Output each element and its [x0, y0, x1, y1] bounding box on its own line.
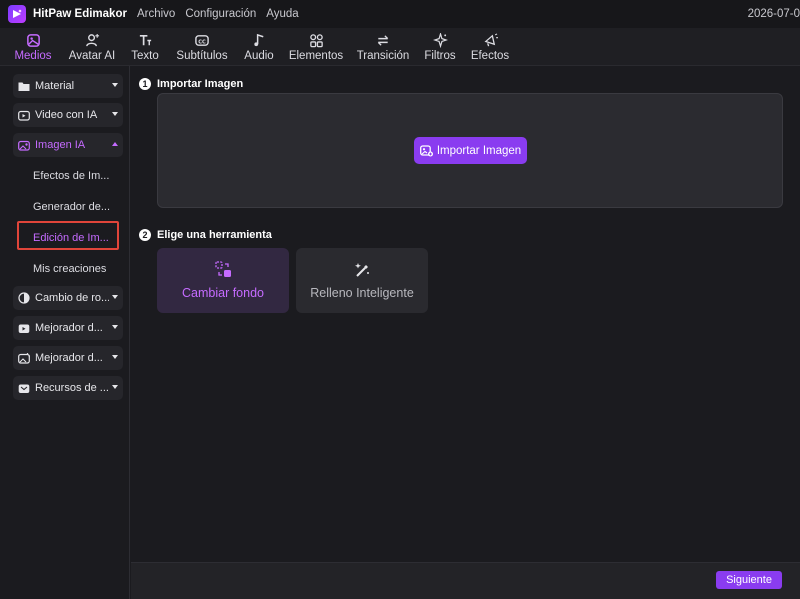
chevron-down-icon — [112, 112, 118, 116]
tab-label: Audio — [244, 50, 274, 62]
main-panel: 1 Importar Imagen Importar Imagen 2 Elig… — [131, 66, 800, 562]
tab-texto[interactable]: Texto — [127, 28, 163, 66]
svg-text:CC: CC — [198, 39, 206, 45]
step-number-badge: 1 — [139, 78, 151, 90]
step-title: Importar Imagen — [157, 78, 244, 90]
step-2-heading: 2 Elige una herramienta — [139, 229, 272, 241]
sidebar-item-label: Mejorador d... — [35, 322, 103, 334]
magic-wand-icon — [354, 261, 371, 278]
chevron-down-icon — [112, 355, 118, 359]
sidebar-item-label: Imagen IA — [35, 139, 86, 151]
elements-icon — [309, 32, 324, 48]
sidebar-item-label: Video con IA — [35, 109, 98, 121]
tab-filtros[interactable]: Filtros — [421, 28, 459, 66]
sidebar-item-label: Mejorador d... — [35, 352, 103, 364]
image-enhancer-icon — [17, 351, 31, 365]
avatar-icon — [85, 32, 100, 48]
sidebar-item-mejorador-imagen[interactable]: Mejorador d... — [13, 346, 123, 370]
tab-label: Texto — [131, 50, 159, 62]
subtitles-icon: CC — [194, 32, 210, 48]
sidebar-subitem-efectos-de-imagen[interactable]: Efectos de Im... — [33, 170, 109, 182]
image-add-icon — [419, 144, 433, 157]
tab-label: Elementos — [288, 50, 344, 62]
tab-medios[interactable]: Medios — [9, 28, 57, 66]
import-drop-area[interactable]: Importar Imagen — [157, 93, 783, 208]
main-toolbar: Medios Avatar AI Texto CC Subtítulos Aud… — [0, 28, 800, 66]
filters-icon — [432, 32, 448, 48]
tool-card-label: Relleno Inteligente — [310, 286, 414, 300]
transition-icon — [375, 32, 391, 48]
sidebar-item-label: Cambio de ro... — [35, 292, 109, 304]
app-name: HitPaw Edimakor — [33, 8, 127, 20]
chevron-down-icon — [112, 385, 118, 389]
title-bar: HitPaw Edimakor Archivo Configuración Ay… — [0, 0, 800, 28]
tab-efectos[interactable]: Efectos — [469, 28, 511, 66]
sidebar-item-video-ia[interactable]: Video con IA — [13, 103, 123, 127]
sidebar-item-material[interactable]: Material — [13, 74, 123, 98]
tab-label: Filtros — [424, 50, 456, 62]
tab-transicion[interactable]: Transición — [355, 28, 411, 66]
effects-icon — [483, 32, 498, 48]
tab-audio[interactable]: Audio — [240, 28, 278, 66]
date-label: 2026-07-0 — [747, 8, 800, 20]
tab-label: Avatar AI — [68, 50, 116, 62]
menu-archivo[interactable]: Archivo — [137, 8, 175, 20]
step-1-heading: 1 Importar Imagen — [139, 78, 243, 90]
chevron-down-icon — [112, 325, 118, 329]
import-button-label: Importar Imagen — [436, 144, 522, 157]
chevron-down-icon — [112, 83, 118, 87]
sidebar-item-mejorador-video[interactable]: Mejorador d... — [13, 316, 123, 340]
video-enhancer-icon — [17, 321, 31, 335]
resources-icon — [17, 381, 31, 395]
sidebar: Material Video con IA Imagen IA Efectos … — [0, 66, 130, 599]
sidebar-subitem-edicion-de-imagen[interactable]: Edición de Im... — [33, 232, 109, 244]
menu-ayuda[interactable]: Ayuda — [266, 8, 298, 20]
import-image-button[interactable]: Importar Imagen — [414, 137, 527, 164]
sidebar-item-label: Recursos de ... — [35, 382, 109, 394]
menu-configuracion[interactable]: Configuración — [185, 8, 256, 20]
video-ai-icon — [17, 108, 31, 122]
next-button[interactable]: Siguiente — [716, 571, 782, 589]
text-icon — [138, 32, 153, 48]
sidebar-item-cambio-de-rostro[interactable]: Cambio de ro... — [13, 286, 123, 310]
tab-label: Efectos — [470, 50, 510, 62]
change-background-icon — [214, 261, 232, 278]
chevron-up-icon — [112, 142, 118, 146]
step-number-badge: 2 — [139, 229, 151, 241]
tab-label: Medios — [14, 50, 52, 62]
folder-icon — [17, 79, 31, 93]
step-title: Elige una herramienta — [157, 229, 272, 241]
face-swap-icon — [17, 291, 31, 305]
audio-icon — [252, 32, 267, 48]
chevron-down-icon — [112, 295, 118, 299]
tool-card-label: Cambiar fondo — [182, 286, 264, 300]
tab-label: Transición — [356, 50, 410, 62]
sidebar-item-label: Material — [35, 80, 75, 92]
sidebar-item-recursos[interactable]: Recursos de ... — [13, 376, 123, 400]
image-ai-icon — [17, 138, 31, 152]
app-logo-icon — [8, 5, 26, 23]
tab-label: Subtítulos — [176, 50, 228, 62]
tool-card-relleno-inteligente[interactable]: Relleno Inteligente — [296, 248, 428, 313]
tab-subtitulos[interactable]: CC Subtítulos — [173, 28, 231, 66]
tab-elementos[interactable]: Elementos — [287, 28, 345, 66]
footer-bar: Siguiente — [131, 562, 800, 599]
sidebar-subitem-mis-creaciones[interactable]: Mis creaciones — [33, 263, 106, 275]
tool-card-cambiar-fondo[interactable]: Cambiar fondo — [157, 248, 289, 313]
sidebar-subitem-generador[interactable]: Generador de... — [33, 201, 110, 213]
tab-avatar-ai[interactable]: Avatar AI — [66, 28, 118, 66]
media-icon — [26, 32, 41, 48]
sidebar-item-imagen-ia[interactable]: Imagen IA — [13, 133, 123, 157]
